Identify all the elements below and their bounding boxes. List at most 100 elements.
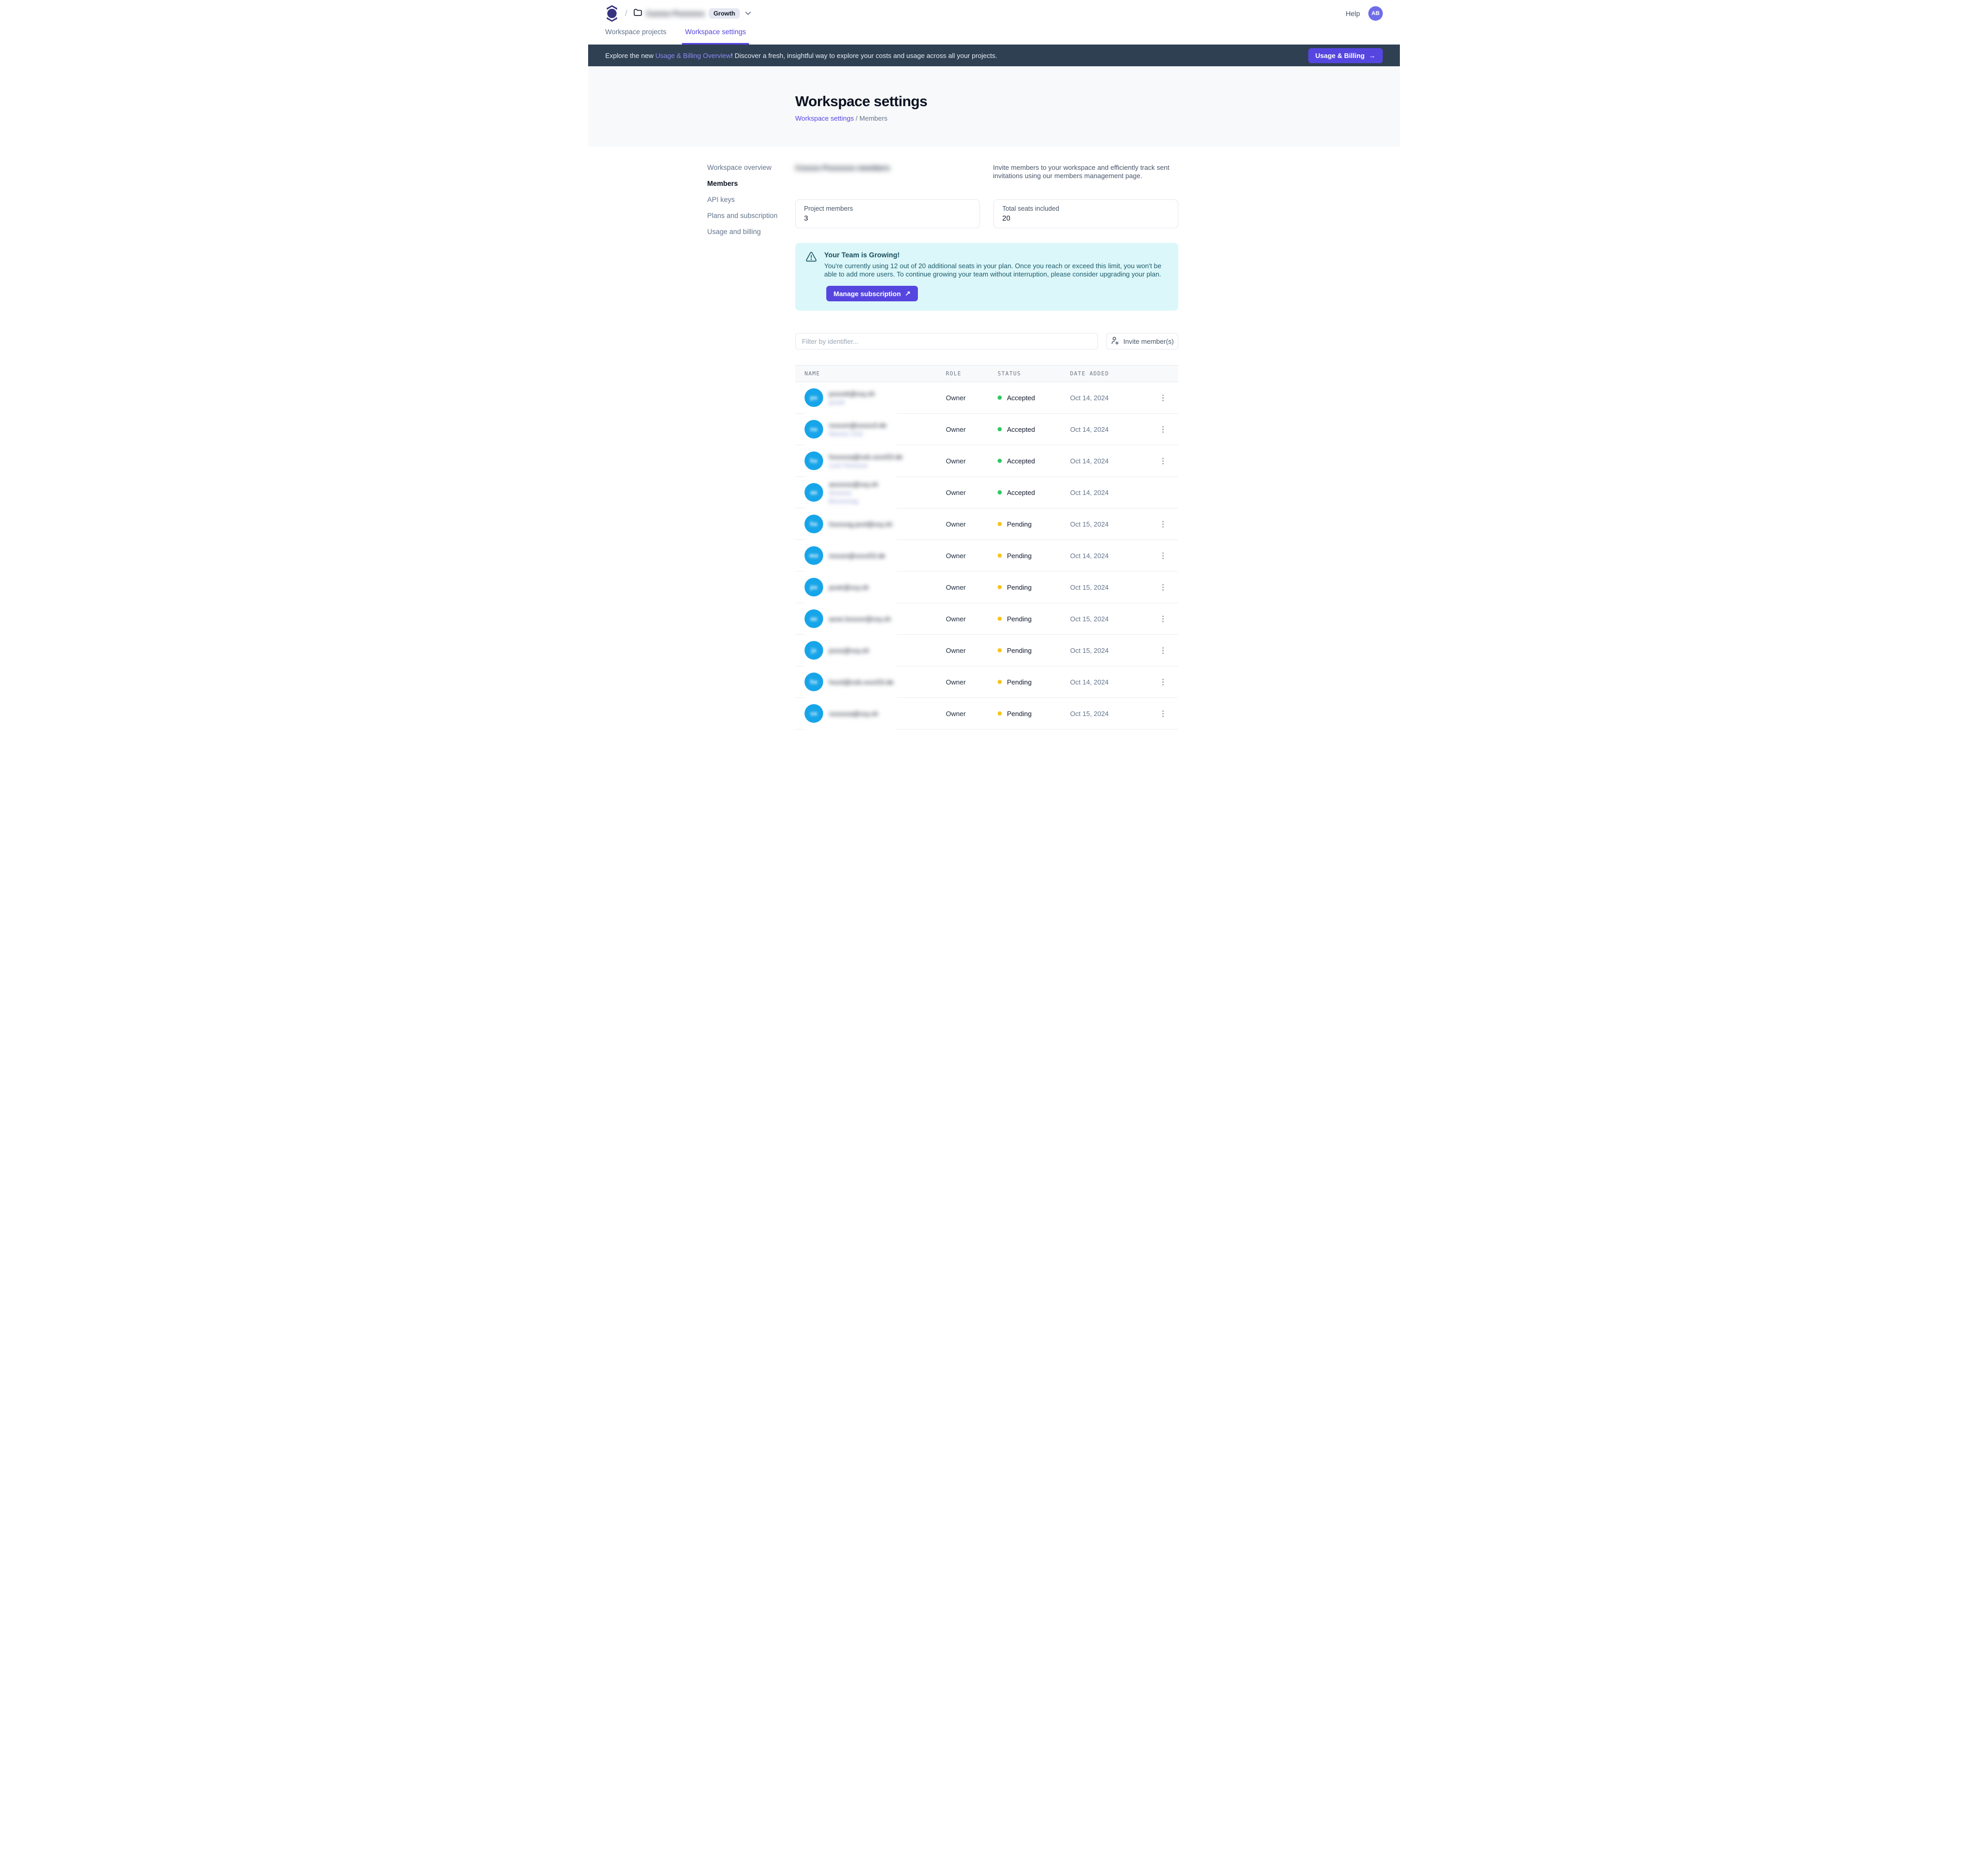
table-row: pxpxxxxk@xxy.shpxxxkOwnerAcceptedOct 14,… bbox=[795, 382, 1178, 414]
table-row: axaxxe.lxxxxxr@xxy.shOwnerPendingOct 15,… bbox=[795, 603, 1178, 635]
status-dot bbox=[998, 459, 1002, 463]
workspace-switcher[interactable]: Cuxxxx Pxxxxxxx Growth bbox=[634, 8, 751, 19]
member-secondary-name: Bxxxxxxxg bbox=[829, 497, 878, 505]
column-header-role: ROLE bbox=[946, 371, 998, 377]
status-label: Pending bbox=[1007, 615, 1032, 623]
user-avatar[interactable]: AB bbox=[1368, 6, 1383, 21]
member-avatar: vx bbox=[805, 704, 823, 723]
row-menu-kebab-icon[interactable]: ⋮ bbox=[1156, 708, 1170, 720]
sidebar-item-members[interactable]: Members bbox=[707, 180, 780, 188]
table-row: pxpxxtr@xxy.shOwnerPendingOct 15, 2024⋮ bbox=[795, 572, 1178, 603]
status-dot bbox=[998, 711, 1002, 716]
filter-input[interactable] bbox=[795, 333, 1098, 349]
stat-card-total-seats-included: Total seats included20 bbox=[993, 199, 1178, 228]
column-header-date-added: DATE ADDED bbox=[1070, 371, 1148, 377]
help-link[interactable]: Help bbox=[1346, 10, 1360, 18]
sidebar-item-api-keys[interactable]: API keys bbox=[707, 196, 780, 204]
tab-workspace-settings[interactable]: Workspace settings bbox=[685, 27, 746, 45]
row-menu-kebab-icon[interactable]: ⋮ bbox=[1156, 581, 1170, 593]
alert-body: You're currently using 12 out of 20 addi… bbox=[824, 262, 1168, 279]
status-dot bbox=[998, 553, 1002, 558]
usage-billing-button[interactable]: Usage & Billing → bbox=[1308, 48, 1383, 63]
stat-label: Total seats included bbox=[1002, 205, 1170, 212]
member-date-added: Oct 15, 2024 bbox=[1070, 615, 1148, 623]
member-date-added: Oct 15, 2024 bbox=[1070, 647, 1148, 654]
member-date-added: Oct 14, 2024 bbox=[1070, 489, 1148, 497]
row-menu-kebab-icon[interactable]: ⋮ bbox=[1156, 645, 1170, 657]
row-menu-kebab-icon[interactable]: ⋮ bbox=[1156, 676, 1170, 688]
sidebar-item-plans-and-subscription[interactable]: Plans and subscription bbox=[707, 212, 780, 220]
member-secondary-name: Lxxn Hxxxxxa bbox=[829, 461, 903, 470]
row-menu-kebab-icon[interactable]: ⋮ bbox=[1156, 518, 1170, 530]
status-label: Accepted bbox=[1007, 426, 1035, 433]
member-role: Owner bbox=[946, 394, 998, 402]
usage-billing-banner: Explore the new Usage & Billing Overview… bbox=[588, 45, 1400, 66]
invite-copy: Invite members to your workspace and eff… bbox=[993, 164, 1178, 180]
member-email: nxxxxn@xxxxx3.de bbox=[829, 421, 886, 430]
member-secondary-name: Axxxxxs bbox=[829, 489, 878, 497]
row-menu-kebab-icon[interactable]: ⋮ bbox=[1156, 455, 1170, 467]
status-label: Accepted bbox=[1007, 394, 1035, 402]
table-row: vx vxxxxxa@xxy.sh Owner Pending Oct 15, 2024… bbox=[795, 698, 1178, 730]
member-role: Owner bbox=[946, 647, 998, 654]
breadcrumb-current: Members bbox=[859, 114, 887, 122]
member-date-added: Oct 15, 2024 bbox=[1070, 710, 1148, 718]
stat-card-project-members: Project members3 bbox=[795, 199, 980, 228]
arrow-right-icon: → bbox=[1369, 52, 1376, 60]
workspace-tabbar: Workspace projects Workspace settings bbox=[588, 27, 1400, 45]
member-email: mxxxn@xxxx53.de bbox=[829, 551, 885, 560]
member-email: vxxxxxa@xxy.sh bbox=[829, 709, 878, 718]
row-menu-kebab-icon[interactable]: ⋮ bbox=[1156, 424, 1170, 435]
status-label: Pending bbox=[1007, 584, 1032, 591]
member-role: Owner bbox=[946, 615, 998, 623]
status-label: Pending bbox=[1007, 710, 1032, 718]
member-role: Owner bbox=[946, 678, 998, 686]
top-bar: / Cuxxxx Pxxxxxxx Growth Help AB bbox=[588, 0, 1400, 27]
status-label: Pending bbox=[1007, 647, 1032, 654]
table-row: hxhxxxl@xxb.xxxx53.deOwnerPendingOct 14,… bbox=[795, 666, 1178, 698]
members-main: Cxxxxx Pxxxxxxx members Invite members t… bbox=[795, 164, 1178, 771]
member-role: Owner bbox=[946, 552, 998, 560]
member-role: Owner bbox=[946, 520, 998, 528]
manage-subscription-button[interactable]: Manage subscription ↗ bbox=[826, 286, 918, 301]
member-secondary-name: pxxxk bbox=[829, 398, 875, 406]
status-dot bbox=[998, 396, 1002, 400]
column-header-status: STATUS bbox=[998, 371, 1070, 377]
member-email: pxxtr@xxy.sh bbox=[829, 583, 869, 592]
usage-billing-overview-link[interactable]: Usage & Billing Overview bbox=[655, 52, 731, 60]
stat-value: 3 bbox=[804, 214, 971, 222]
workspace-name: Cuxxxx Pxxxxxxx bbox=[646, 10, 705, 18]
table-header-row: NAMEROLESTATUSDATE ADDED bbox=[795, 365, 1178, 382]
status-dot bbox=[998, 680, 1002, 684]
page-header: Workspace settings Workspace settings / … bbox=[588, 66, 1400, 147]
table-row: hxhxxxxxa@xxb.xxxx53.deLxxn HxxxxxaOwner… bbox=[795, 445, 1178, 477]
chevron-down-icon bbox=[745, 11, 751, 16]
row-menu-kebab-icon[interactable]: ⋮ bbox=[1156, 392, 1170, 404]
app-logo-icon[interactable] bbox=[605, 5, 619, 22]
team-growing-alert: Your Team is Growing! You're currently u… bbox=[795, 243, 1178, 311]
member-role: Owner bbox=[946, 489, 998, 497]
invite-members-button[interactable]: Invite member(s) bbox=[1106, 333, 1178, 349]
settings-sidenav: Workspace overview Members API keys Plans a… bbox=[707, 164, 780, 771]
breadcrumb-workspace-settings-link[interactable]: Workspace settings bbox=[795, 114, 854, 122]
row-menu-kebab-icon[interactable]: ⋮ bbox=[1156, 613, 1170, 625]
member-avatar: mx bbox=[805, 546, 823, 565]
tab-workspace-projects[interactable]: Workspace projects bbox=[605, 27, 666, 45]
member-date-added: Oct 14, 2024 bbox=[1070, 426, 1148, 433]
table-row: hxhxxxxxg.pxxl@xxy.shOwnerPendingOct 15,… bbox=[795, 508, 1178, 540]
sidebar-item-usage-and-billing[interactable]: Usage and billing bbox=[707, 228, 780, 236]
member-avatar: px bbox=[805, 388, 823, 407]
status-label: Accepted bbox=[1007, 489, 1035, 497]
member-role: Owner bbox=[946, 710, 998, 718]
member-date-added: Oct 14, 2024 bbox=[1070, 457, 1148, 465]
member-role: Owner bbox=[946, 584, 998, 591]
table-row: mxmxxxn@xxxx53.deOwnerPendingOct 14, 202… bbox=[795, 540, 1178, 572]
row-menu-kebab-icon[interactable]: ⋮ bbox=[1156, 550, 1170, 562]
member-stats: Project members3 Total seats included20 bbox=[795, 199, 1178, 228]
page-title: Workspace settings bbox=[795, 93, 1400, 110]
member-email: hxxxxxa@xxb.xxxx53.de bbox=[829, 453, 903, 461]
member-avatar: jx bbox=[805, 641, 823, 660]
folder-icon bbox=[634, 9, 642, 19]
member-avatar: ax bbox=[805, 609, 823, 628]
sidebar-item-workspace-overview[interactable]: Workspace overview bbox=[707, 164, 780, 172]
